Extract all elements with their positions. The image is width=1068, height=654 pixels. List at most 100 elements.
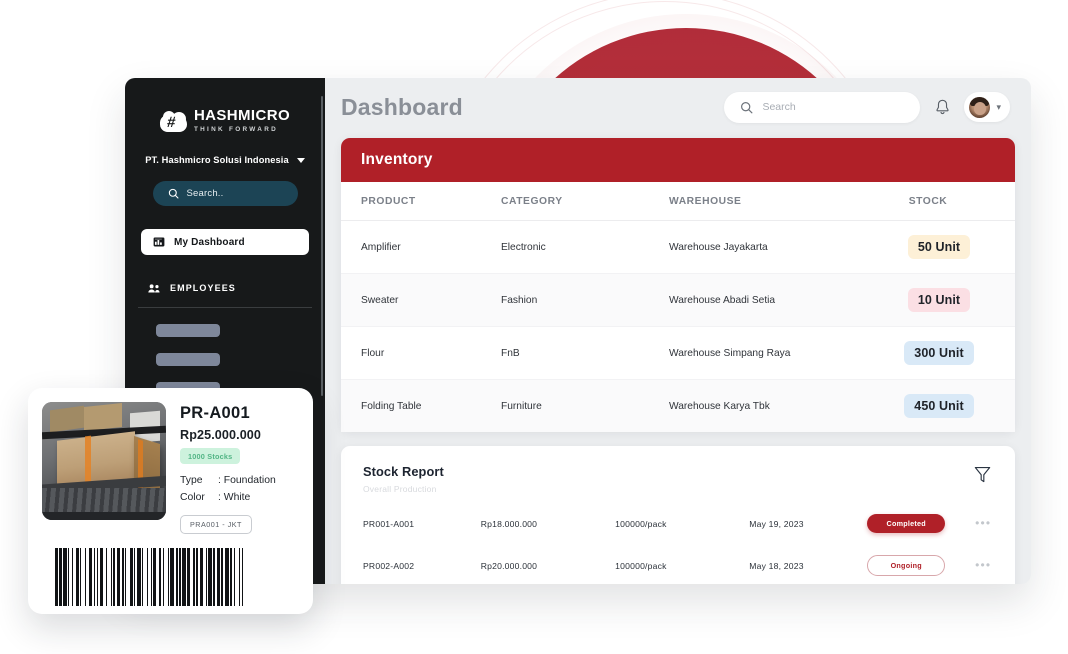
- cell-category: FnB: [501, 326, 669, 380]
- product-type-label: Type: [180, 475, 203, 486]
- search-icon: [741, 101, 753, 113]
- barcode: [54, 548, 287, 606]
- cell-product: Amplifier: [341, 220, 501, 274]
- product-type-row: Type : Foundation: [180, 473, 299, 490]
- product-type-value: : Foundation: [218, 475, 276, 486]
- product-card: PR-A001 Rp25.000.000 1000 Stocks Type : F…: [28, 388, 313, 614]
- table-row[interactable]: Amplifier Electronic Warehouse Jayakarta…: [341, 220, 1015, 274]
- cell-stock: 10 Unit: [865, 273, 1015, 327]
- company-selector[interactable]: PT. Hashmicro Solusi Indonesia: [125, 155, 325, 165]
- cell-quantity: 100000/pack: [615, 560, 667, 571]
- row-actions-button[interactable]: •••: [975, 503, 1015, 544]
- notifications-button[interactable]: [932, 96, 952, 118]
- sidebar-item-my-dashboard[interactable]: My Dashboard: [141, 229, 309, 255]
- sidebar-divider: [138, 307, 312, 308]
- sidebar-section-employees[interactable]: EMPLOYEES: [140, 279, 310, 297]
- stock-report-title: Stock Report: [363, 464, 444, 479]
- product-code: PR-A001: [180, 404, 250, 422]
- cell-price: Rp20.000.000: [480, 560, 538, 571]
- cell-quantity: 100000/pack: [615, 518, 667, 529]
- filter-button[interactable]: [971, 464, 993, 486]
- status-badge: 10 Unit: [907, 288, 971, 312]
- main-content: Dashboard Search ▾ Inventory PRODUCT CAT…: [325, 78, 1031, 584]
- cell-stock: 50 Unit: [865, 220, 1015, 274]
- column-header-warehouse: WAREHOUSE: [669, 182, 865, 221]
- sidebar-search-placeholder: Search..: [186, 188, 224, 199]
- cell-warehouse: Warehouse Abadi Setia: [669, 273, 865, 327]
- table-header-row: PRODUCT CATEGORY WAREHOUSE STOCK: [341, 182, 1015, 221]
- stock-report-header: Stock Report Overall Production: [341, 464, 1015, 494]
- column-header-stock: STOCK: [865, 182, 1015, 221]
- status-badge: 450 Unit: [904, 394, 974, 418]
- top-bar-actions: Search ▾: [724, 91, 1015, 123]
- table-row[interactable]: PR002-A002 Rp20.000.000 100000/pack May …: [341, 544, 1015, 584]
- sidebar-section-label: EMPLOYEES: [170, 283, 236, 293]
- chevron-down-icon: ▾: [996, 101, 1001, 112]
- table-row[interactable]: Sweater Fashion Warehouse Abadi Setia 10…: [341, 273, 1015, 327]
- product-location-tag: PRA001 - JKT: [180, 515, 252, 534]
- search-input[interactable]: Search: [724, 91, 921, 123]
- cell-code: PR002-A002: [363, 560, 415, 571]
- search-placeholder: Search: [762, 101, 796, 113]
- product-stock-badge: 1000 Stocks: [180, 448, 241, 464]
- cloud-hash-icon: #: [159, 110, 187, 132]
- sidebar-search-input[interactable]: Search..: [152, 181, 298, 206]
- cell-product: Flour: [341, 326, 501, 380]
- cell-category: Furniture: [501, 379, 669, 432]
- status-badge: Completed: [867, 514, 946, 533]
- page-title: Dashboard: [341, 93, 463, 120]
- more-icon: •••: [975, 557, 992, 572]
- stock-report-card: Stock Report Overall Production PR001-A0…: [341, 446, 1015, 584]
- cell-product: Sweater: [341, 273, 501, 327]
- table-row[interactable]: Folding Table Furniture Warehouse Karya …: [341, 379, 1015, 432]
- cell-stock: 300 Unit: [865, 326, 1015, 380]
- brand-logo[interactable]: # HASHMICRO THINK FORWARD: [125, 108, 325, 134]
- product-color-value: : White: [218, 491, 251, 503]
- brand-name: HASHMICRO: [193, 107, 291, 124]
- sidebar-placeholder-item[interactable]: [156, 353, 220, 366]
- stock-report-table: PR001-A001 Rp18.000.000 100000/pack May …: [341, 503, 1015, 584]
- cell-warehouse: Warehouse Karya Tbk: [669, 379, 865, 432]
- filter-icon: [974, 466, 990, 483]
- inventory-table: PRODUCT CATEGORY WAREHOUSE STOCK Amplifi…: [341, 182, 1015, 432]
- cell-date: May 18, 2023: [749, 560, 804, 571]
- cell-price: Rp18.000.000: [480, 518, 538, 529]
- chevron-down-icon: [296, 157, 305, 163]
- people-icon: [148, 283, 160, 293]
- product-attributes: Type : Foundation Color: White: [180, 473, 299, 506]
- sidebar-item-label: My Dashboard: [174, 236, 245, 248]
- avatar: [969, 96, 991, 118]
- cell-product: Folding Table: [341, 379, 501, 432]
- product-image: [42, 402, 166, 520]
- inventory-table-body: Amplifier Electronic Warehouse Jayakarta…: [341, 220, 1015, 432]
- column-header-product: PRODUCT: [341, 182, 501, 221]
- cell-date: May 19, 2023: [749, 518, 804, 529]
- cell-warehouse: Warehouse Simpang Raya: [669, 326, 865, 380]
- top-bar: Dashboard Search ▾: [341, 78, 1015, 136]
- brand-tagline: THINK FORWARD: [193, 126, 279, 133]
- stock-report-subtitle: Overall Production: [363, 484, 437, 494]
- sidebar-scrollbar[interactable]: [320, 96, 323, 396]
- column-header-category: CATEGORY: [501, 182, 669, 221]
- inventory-card: Inventory PRODUCT CATEGORY WAREHOUSE STO…: [341, 138, 1015, 432]
- table-row[interactable]: PR001-A001 Rp18.000.000 100000/pack May …: [341, 503, 1015, 544]
- screenshot-root: # HASHMICRO THINK FORWARD PT. Hashmicro …: [0, 0, 1068, 654]
- cell-warehouse: Warehouse Jayakarta: [669, 220, 865, 274]
- cell-category: Fashion: [501, 273, 669, 327]
- cell-status: Completed: [867, 503, 975, 544]
- status-badge: 300 Unit: [904, 341, 974, 365]
- status-badge: 50 Unit: [907, 235, 971, 259]
- row-actions-button[interactable]: •••: [975, 544, 1015, 584]
- search-icon: [168, 188, 179, 199]
- product-color-row: Color: White: [180, 490, 299, 507]
- cell-status: Ongoing: [867, 544, 975, 584]
- table-row[interactable]: Flour FnB Warehouse Simpang Raya 300 Uni…: [341, 326, 1015, 380]
- hash-glyph: #: [166, 113, 177, 131]
- dashboard-icon: [153, 237, 165, 247]
- more-icon: •••: [975, 515, 992, 530]
- product-price: Rp25.000.000: [180, 428, 262, 442]
- inventory-title: Inventory: [361, 151, 433, 168]
- cell-stock: 450 Unit: [865, 379, 1015, 432]
- user-menu[interactable]: ▾: [964, 92, 1010, 122]
- sidebar-placeholder-item[interactable]: [156, 324, 220, 337]
